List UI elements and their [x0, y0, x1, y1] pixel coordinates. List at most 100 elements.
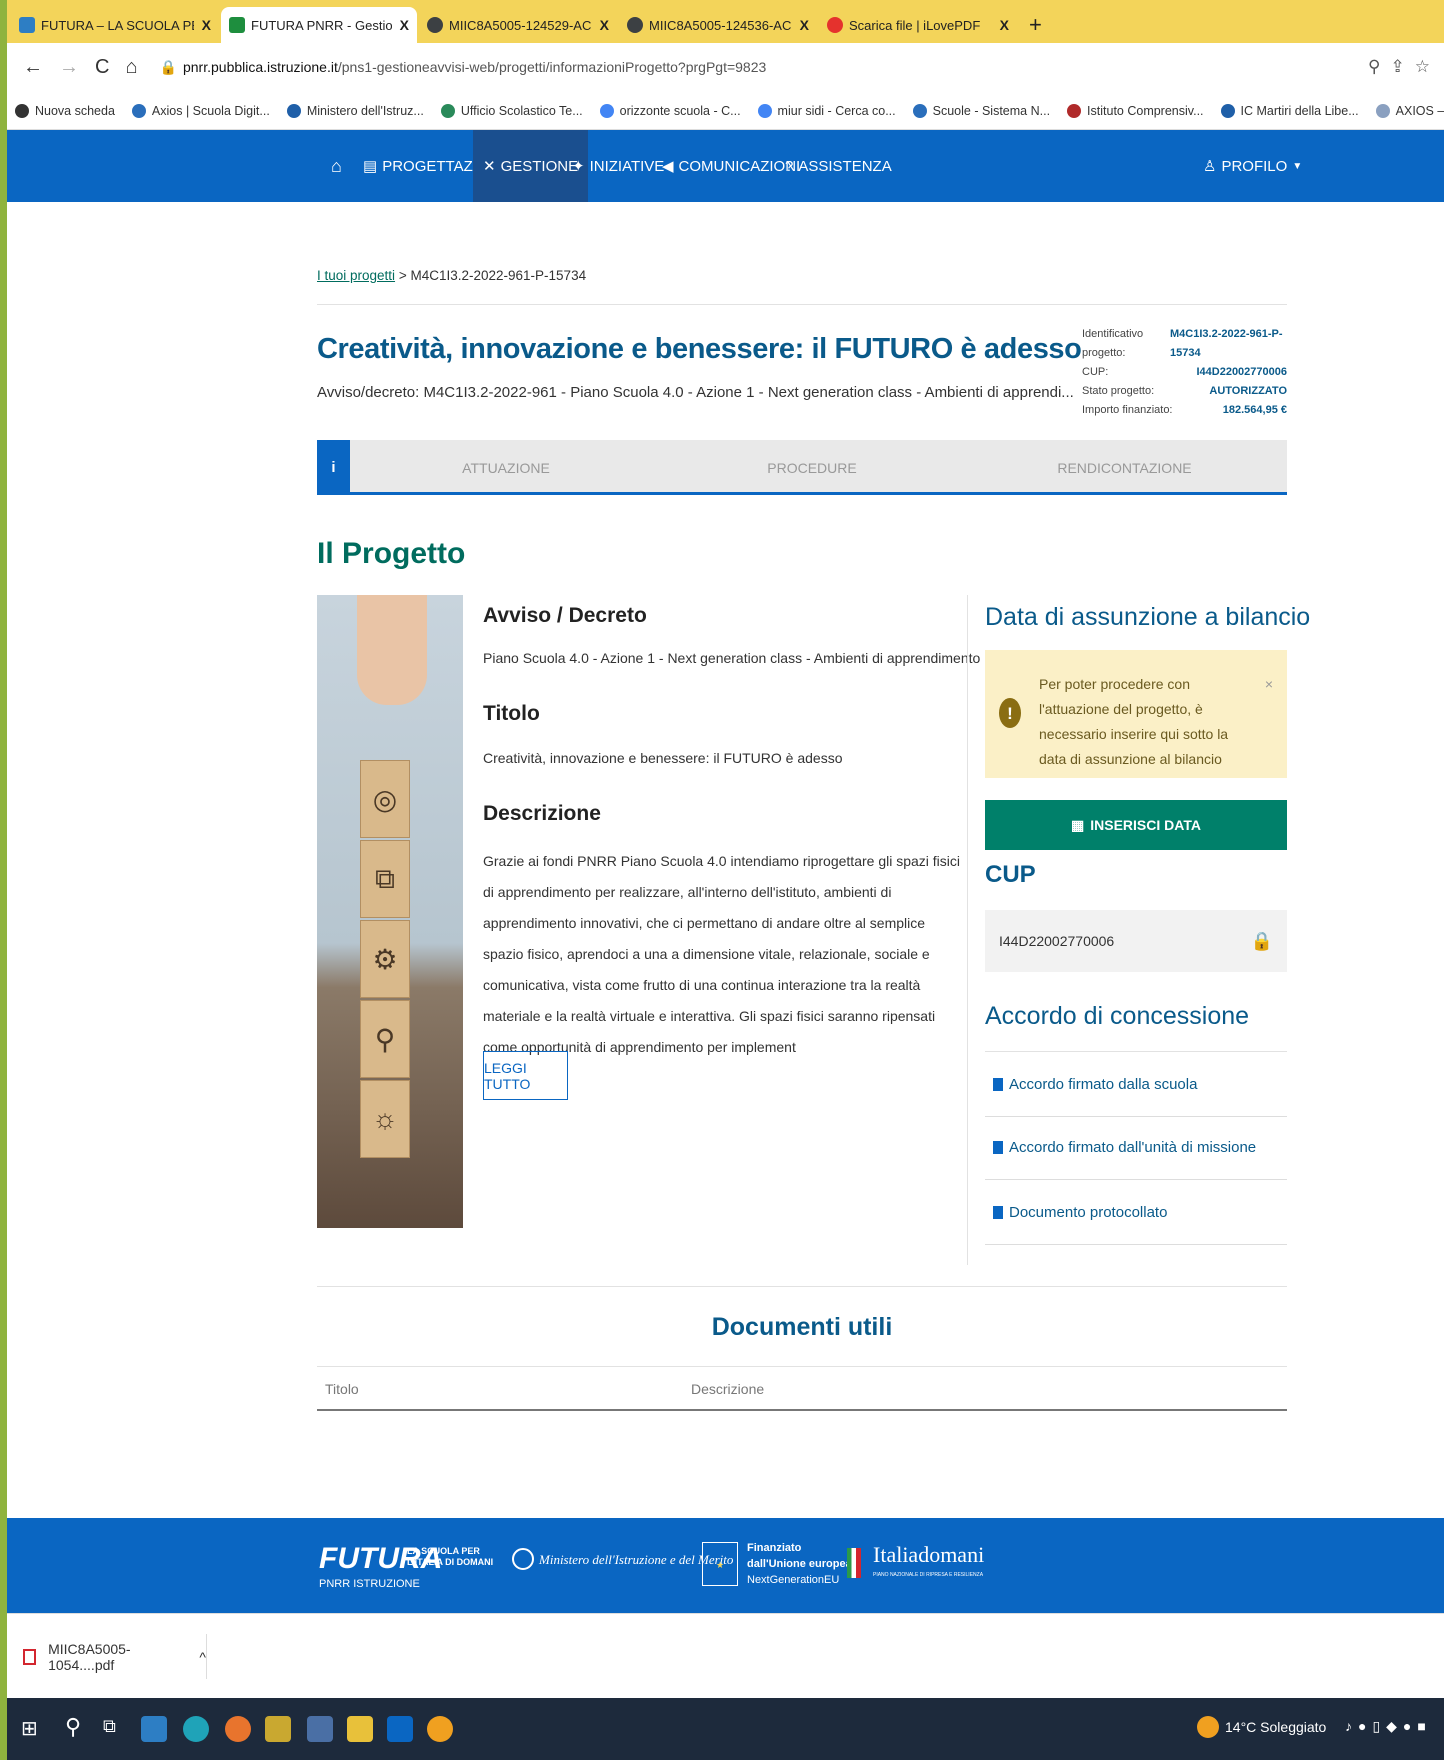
bookmark-item[interactable]: Istituto Comprensiv...: [1067, 103, 1204, 118]
puzzle-icon: ⧉: [360, 840, 410, 918]
bookmark-label: Ministero dell'Istruz...: [306, 103, 424, 118]
emblem-icon: [512, 1548, 534, 1570]
bookmark-item[interactable]: AXIOS – Upgrade Y...: [1375, 103, 1444, 118]
step-rendicontazione[interactable]: RENDICONTAZIONE: [962, 440, 1287, 495]
bookmark-item[interactable]: Scuole - Sistema N...: [912, 103, 1050, 118]
warning-alert: ! Per poter procedere con l'attuazione d…: [985, 650, 1287, 778]
tab-close-icon[interactable]: X: [600, 17, 609, 33]
doc-label: Accordo firmato dall'unità di missione: [1009, 1138, 1257, 1156]
share-icon[interactable]: ⇪: [1391, 57, 1415, 76]
download-item[interactable]: MIIC8A5005-1054....pdf ^: [17, 1634, 207, 1679]
cup-heading: CUP: [985, 861, 1036, 888]
file-icon: [993, 1140, 1003, 1154]
accordo-heading: Accordo di concessione: [985, 1002, 1250, 1030]
browser-tab-active[interactable]: FUTURA PNRR - Gestione Proget X: [221, 7, 417, 43]
tab-close-icon[interactable]: X: [800, 17, 809, 33]
meta-value: M4C1I3.2-2022-961-P-15734: [1170, 328, 1283, 359]
meta-row: Stato progetto: AUTORIZZATO: [1082, 382, 1287, 401]
bookmark-label: Axios | Scuola Digit...: [151, 103, 270, 118]
tab-close-icon[interactable]: X: [202, 17, 211, 33]
nav-profilo[interactable]: ♙ PROFILO ▼: [1193, 130, 1312, 202]
bookmarks-bar: Nuova scheda Axios | Scuola Digit... Minis…: [7, 92, 1444, 130]
bookmark-item[interactable]: Nuova scheda: [15, 103, 115, 118]
store-icon[interactable]: [141, 1716, 167, 1742]
hand-illustration: [357, 595, 427, 705]
browser-tab[interactable]: FUTURA – LA SCUOLA PER L'ITAL X: [11, 7, 219, 43]
edge-icon[interactable]: [183, 1716, 209, 1742]
doc-link-scuola[interactable]: Accordo firmato dalla scuola: [985, 1052, 1287, 1117]
browser-tab[interactable]: MIIC8A5005-124536-ACPROT-M X: [619, 7, 817, 43]
zoom-icon[interactable]: ⚲: [1368, 57, 1390, 76]
download-filename: MIIC8A5005-1054....pdf: [48, 1640, 131, 1673]
weather-text[interactable]: 14°C Soleggiato: [1225, 1719, 1326, 1735]
back-icon[interactable]: ←: [23, 56, 43, 79]
button-label: INSERISCI DATA: [1090, 817, 1201, 833]
file-explorer-icon[interactable]: [347, 1716, 373, 1742]
bookmark-favicon-icon: [1220, 103, 1235, 118]
eu-flag-icon: ★: [702, 1542, 738, 1586]
bookmark-favicon-icon: [440, 103, 455, 118]
help-icon: ?: [785, 157, 794, 175]
read-more-button[interactable]: LEGGI TUTTO: [483, 1051, 568, 1100]
bookmark-item[interactable]: miur sidi - Cerca co...: [757, 103, 896, 118]
new-tab-button[interactable]: +: [1019, 7, 1052, 43]
bookmark-item[interactable]: Ministero dell'Istruz...: [286, 103, 424, 118]
url-field[interactable]: 🔒 pnrr.pubblica.istruzione.it/pns1-gestio…: [160, 59, 767, 76]
globe-icon: [427, 17, 443, 33]
bookmark-item[interactable]: orizzonte scuola - C...: [599, 103, 741, 118]
browser-tab[interactable]: Scarica file | iLovePDF X: [819, 7, 1017, 43]
address-bar: ← → C ⌂ 🔒 pnrr.pubblica.istruzione.it/pns…: [7, 43, 1444, 92]
download-bar: MIIC8A5005-1054....pdf ^: [7, 1613, 1444, 1698]
lightbulb-icon: ☼: [360, 1080, 410, 1158]
bookmark-item[interactable]: IC Martiri della Libe...: [1220, 103, 1359, 118]
eu-text: dall'Unione europea: [747, 1558, 852, 1570]
column-header[interactable]: Titolo: [325, 1381, 359, 1397]
meta-value: I44D22002770006: [1196, 366, 1287, 378]
close-icon[interactable]: ×: [1265, 672, 1273, 697]
home-icon[interactable]: ⌂: [125, 56, 137, 79]
meta-value: 182.564,95 €: [1222, 404, 1287, 416]
meta-row: Importo finanziato: 182.564,95 €: [1082, 401, 1287, 420]
bookmark-favicon-icon: [1375, 103, 1390, 118]
page-subtitle: Avviso/decreto: M4C1I3.2-2022-961 - Pian…: [317, 384, 1074, 401]
insert-date-button[interactable]: ▦ INSERISCI DATA: [985, 800, 1287, 850]
tab-close-icon[interactable]: X: [400, 17, 409, 33]
doc-link-protocollato[interactable]: Documento protocollato: [985, 1180, 1287, 1245]
app-icon[interactable]: [265, 1716, 291, 1742]
calculator-icon[interactable]: [307, 1716, 333, 1742]
doc-link-missione[interactable]: Accordo firmato dall'unità di missione: [985, 1115, 1287, 1180]
firefox-icon[interactable]: [225, 1716, 251, 1742]
browser-tab[interactable]: MIIC8A5005-124529-ACFDG-M4 X: [419, 7, 617, 43]
bookmark-item[interactable]: Ufficio Scolastico Te...: [440, 103, 583, 118]
tab-title: MIIC8A5005-124536-ACPROT-M: [649, 17, 792, 33]
tray-icons[interactable]: ♪●▯◆●■: [1345, 1718, 1432, 1735]
search-icon[interactable]: ⚲: [65, 1714, 81, 1740]
column-header[interactable]: Descrizione: [691, 1381, 764, 1397]
star-icon[interactable]: ☆: [1415, 57, 1440, 76]
bookmark-item[interactable]: Axios | Scuola Digit...: [131, 103, 270, 118]
user-icon: ♙: [1203, 158, 1217, 175]
windows-start-icon[interactable]: ⊞: [21, 1716, 38, 1741]
task-view-icon[interactable]: ⧉: [103, 1716, 116, 1737]
divider: [317, 1286, 1287, 1287]
chevron-up-icon[interactable]: ^: [199, 1649, 206, 1665]
meta-label: CUP:: [1082, 366, 1109, 378]
outlook-icon[interactable]: [387, 1716, 413, 1742]
lock-icon: 🔒: [159, 59, 177, 75]
eu-text: Finanziato: [747, 1542, 802, 1554]
tab-title: Scarica file | iLovePDF: [849, 17, 981, 33]
bookmark-favicon-icon: [15, 103, 29, 118]
reload-icon[interactable]: C: [95, 56, 109, 79]
forward-icon[interactable]: →: [59, 56, 79, 79]
tab-close-icon[interactable]: X: [1000, 17, 1009, 33]
chrome-icon[interactable]: [427, 1716, 453, 1742]
heart-icon: [827, 17, 843, 33]
nav-assistenza[interactable]: ? ASSISTENZA: [775, 130, 902, 202]
breadcrumb-link[interactable]: I tuoi progetti: [317, 268, 395, 283]
step-procedure[interactable]: PROCEDURE: [662, 440, 962, 495]
address-actions: ⚲⇪☆: [1368, 57, 1440, 77]
descrizione-heading: Descrizione: [483, 802, 601, 825]
step-attuazione[interactable]: ATTUAZIONE: [350, 440, 662, 495]
home-nav-icon[interactable]: ⌂: [321, 130, 352, 202]
info-step-icon[interactable]: i: [317, 440, 350, 495]
